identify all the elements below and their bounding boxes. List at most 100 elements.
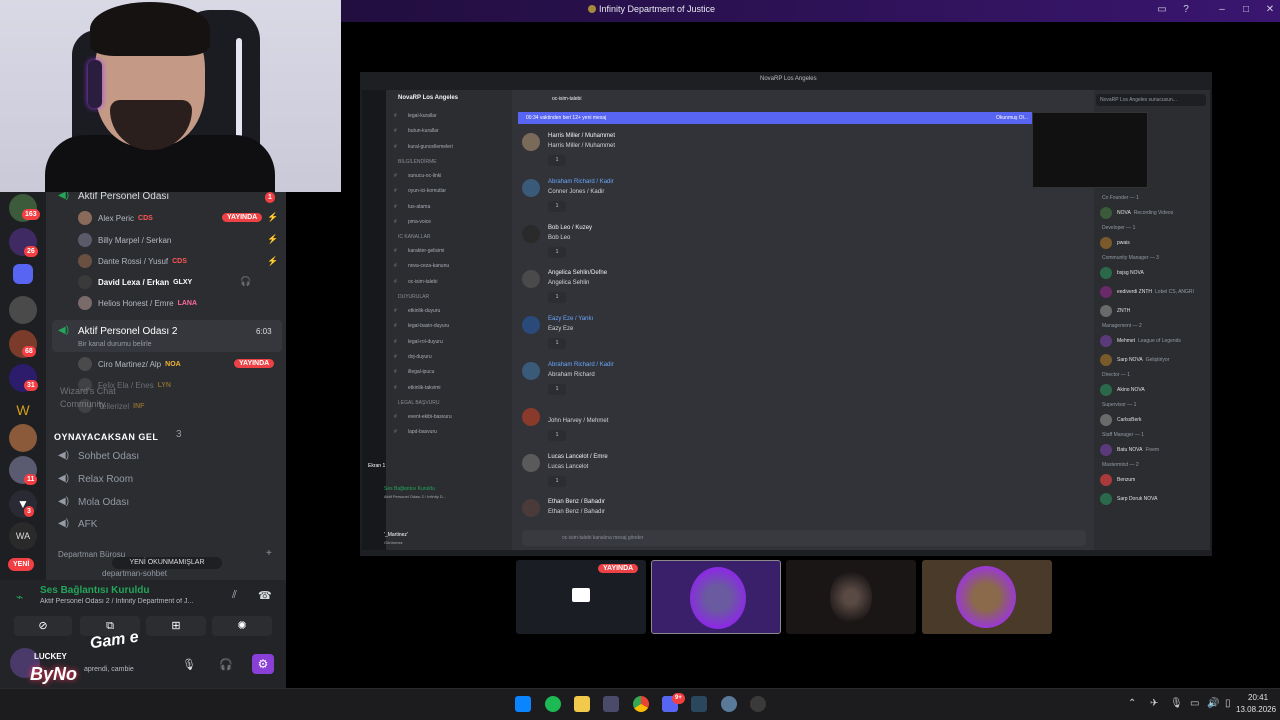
shared-text-channel[interactable]: # etkinlik-takvimi bbox=[394, 382, 441, 394]
member[interactable]: Batu NOVA Fivem bbox=[1100, 443, 1159, 457]
member[interactable]: CarlssBerk bbox=[1100, 413, 1141, 427]
member[interactable]: eediverdi ZNTH Lobel CS, ANGRI bbox=[1100, 285, 1194, 299]
message[interactable]: Abraham Richard / Kadir Abraham Richard 1 bbox=[522, 362, 1082, 406]
avatar[interactable] bbox=[522, 178, 540, 197]
tray-volume-icon[interactable]: 🔊 bbox=[1207, 698, 1219, 709]
avatar[interactable] bbox=[522, 224, 540, 243]
reaction[interactable]: 1 bbox=[548, 292, 566, 304]
avatar[interactable] bbox=[522, 453, 540, 472]
tray-network-icon[interactable]: ▭ bbox=[1190, 698, 1199, 709]
shared-text-channel[interactable]: # karakter-gelisimi bbox=[394, 245, 444, 257]
author-name[interactable]: Lucas Lancelot / Emre bbox=[548, 454, 608, 460]
message[interactable]: Harris Miller / Muhammet Harris Miller / … bbox=[522, 133, 1082, 177]
voice-user[interactable]: Billy Marpel / Serkan bbox=[78, 231, 171, 249]
tray-mic-icon[interactable]: 🎙 bbox=[1170, 698, 1183, 709]
avatar[interactable] bbox=[522, 407, 540, 426]
shared-text-channel[interactable]: # sunucu-oc-linki bbox=[394, 170, 441, 182]
reaction[interactable]: 1 bbox=[548, 155, 566, 166]
member[interactable]: Sarp Doruk NOVA bbox=[1100, 492, 1157, 506]
add-channel-icon[interactable]: + bbox=[266, 548, 272, 559]
author-name[interactable]: Angelica Sehlin/Defne bbox=[548, 270, 607, 276]
user-name[interactable]: LUCKEY bbox=[34, 652, 67, 661]
unread-pill[interactable]: YENİ OKUNMAMIŞLAR bbox=[112, 557, 222, 569]
shared-text-channel[interactable]: # pma-voice bbox=[394, 216, 431, 228]
author-name[interactable]: Bob Leo / Kuzey bbox=[548, 225, 592, 231]
reaction[interactable]: 1 bbox=[548, 338, 566, 350]
spotify-icon[interactable] bbox=[545, 696, 561, 712]
shared-text-channel[interactable]: # lapd-basvuru bbox=[394, 426, 437, 438]
server-icon[interactable] bbox=[13, 264, 33, 284]
shared-text-channel[interactable]: # event-ekibi-basvuru bbox=[394, 411, 452, 423]
channel-status[interactable]: Bir kanal durumu belirle bbox=[78, 341, 152, 348]
server-icon[interactable] bbox=[9, 296, 37, 324]
shared-server-name[interactable]: NovaRP Los Angeles bbox=[398, 95, 458, 101]
stream-thumbnail[interactable] bbox=[786, 560, 916, 634]
member[interactable]: Mehmet League of Legends bbox=[1100, 334, 1181, 348]
voice-channel[interactable]: ◀) AFK bbox=[58, 514, 97, 534]
member[interactable]: Benzum bbox=[1100, 473, 1135, 487]
app-icon[interactable] bbox=[750, 696, 766, 712]
inbox-icon[interactable]: ▭ bbox=[1156, 4, 1168, 16]
app-icon[interactable] bbox=[721, 696, 737, 712]
shared-text-channel[interactable]: # nova-ceza-kanunu bbox=[394, 260, 449, 272]
mark-read-button[interactable]: Okunmuş Ol... bbox=[996, 115, 1028, 121]
member[interactable]: ZNTH bbox=[1100, 304, 1130, 318]
avatar[interactable] bbox=[522, 362, 540, 380]
server-icon[interactable]: WA bbox=[9, 522, 37, 550]
reaction[interactable]: 1 bbox=[548, 200, 566, 212]
voice-channel[interactable]: ◀) Relax Room bbox=[58, 469, 133, 489]
shared-text-channel[interactable]: # kural-guncellemeleri bbox=[394, 141, 453, 153]
voice-user[interactable]: Alex Peric CDS bbox=[78, 209, 153, 227]
voice-channel[interactable]: ◀) Sohbet Odası bbox=[58, 446, 139, 466]
server-icon[interactable]: W bbox=[9, 396, 37, 424]
shared-text-channel[interactable]: # doj-duyuru bbox=[394, 351, 432, 363]
member[interactable]: NOVA Recording Videos bbox=[1100, 206, 1173, 220]
minimize-button[interactable]: – bbox=[1216, 4, 1228, 16]
shared-text-channel[interactable]: # illegal-ipucu bbox=[394, 366, 434, 378]
shared-text-channel[interactable]: # legal-basin-duyuru bbox=[394, 320, 449, 332]
member[interactable]: Akino NOVA bbox=[1100, 383, 1145, 397]
author-name[interactable]: Ethan Benz / Bahadır bbox=[548, 499, 605, 505]
close-button[interactable]: ✕ bbox=[1264, 4, 1276, 16]
message[interactable]: Angelica Sehlin/Defne Angelica Sehlin 1 bbox=[522, 270, 1082, 314]
settings-icon[interactable]: ⚙ bbox=[252, 654, 274, 674]
voice-user[interactable]: Ciro Martinez/ Alp NOA bbox=[78, 355, 181, 373]
file-explorer-icon[interactable] bbox=[574, 696, 590, 712]
voice-status[interactable]: Ses Bağlantısı Kuruldu bbox=[40, 585, 149, 596]
author-name[interactable]: Harris Miller / Muhammet bbox=[548, 133, 615, 139]
member[interactable]: pwais bbox=[1100, 236, 1130, 250]
windows-start-icon[interactable] bbox=[515, 696, 531, 712]
camera-button[interactable]: ⊘ bbox=[14, 616, 72, 636]
chrome-icon[interactable] bbox=[633, 696, 649, 712]
shared-channel-category[interactable]: LEGAL BAŞVURU bbox=[398, 397, 440, 409]
shared-channel-category[interactable]: IC KANALLAR bbox=[398, 231, 431, 243]
message[interactable]: Abraham Richard / Kadir Conner Jones / Ka… bbox=[522, 178, 1082, 223]
voice-user[interactable]: David Lexa / Erkan GLXY bbox=[78, 273, 192, 291]
shared-search-input[interactable]: NovaRP Los Angeles sunucusun... bbox=[1096, 94, 1206, 106]
shared-message-input[interactable]: oc-isim-talebi kanalına mesaj gönder bbox=[522, 530, 1086, 546]
signal-icon[interactable]: ⌁ bbox=[16, 590, 23, 604]
text-channel[interactable]: departman-sohbet bbox=[102, 569, 167, 578]
shared-text-channel[interactable]: # tus-atama bbox=[394, 201, 430, 213]
avatar[interactable] bbox=[522, 133, 540, 151]
voice-channel-path[interactable]: Aktif Personel Odası 2 / Infinity Depart… bbox=[40, 598, 220, 605]
reaction[interactable]: 1 bbox=[548, 384, 566, 395]
avatar[interactable] bbox=[522, 316, 540, 335]
server-icon[interactable] bbox=[9, 424, 37, 452]
steam-icon[interactable] bbox=[691, 696, 707, 712]
stream-thumbnail[interactable]: YAYINDA bbox=[516, 560, 646, 634]
store-icon[interactable] bbox=[603, 696, 619, 712]
tray-app-icon[interactable]: ✈ bbox=[1150, 698, 1158, 709]
reaction[interactable]: 1 bbox=[548, 475, 566, 487]
shared-text-channel[interactable]: # legal-kurallar bbox=[394, 110, 437, 122]
help-icon[interactable]: ? bbox=[1180, 4, 1192, 16]
maximize-button[interactable]: □ bbox=[1240, 4, 1252, 16]
voice-channel-aktif-personel-2[interactable]: ◀) Aktif Personel Odası 2 bbox=[58, 321, 178, 341]
tray-chevron-icon[interactable]: ⌃ bbox=[1128, 698, 1136, 709]
message[interactable]: Bob Leo / Kuzey Bob Leo 1 bbox=[522, 224, 1082, 269]
clock-date[interactable]: 13.08.2026 bbox=[1236, 705, 1276, 714]
avatar[interactable] bbox=[522, 499, 540, 518]
stream-thumbnail[interactable] bbox=[922, 560, 1052, 634]
author-name[interactable]: Abraham Richard / Kadir bbox=[548, 362, 614, 368]
shared-channel-category[interactable]: DUYURULAR bbox=[398, 291, 429, 303]
